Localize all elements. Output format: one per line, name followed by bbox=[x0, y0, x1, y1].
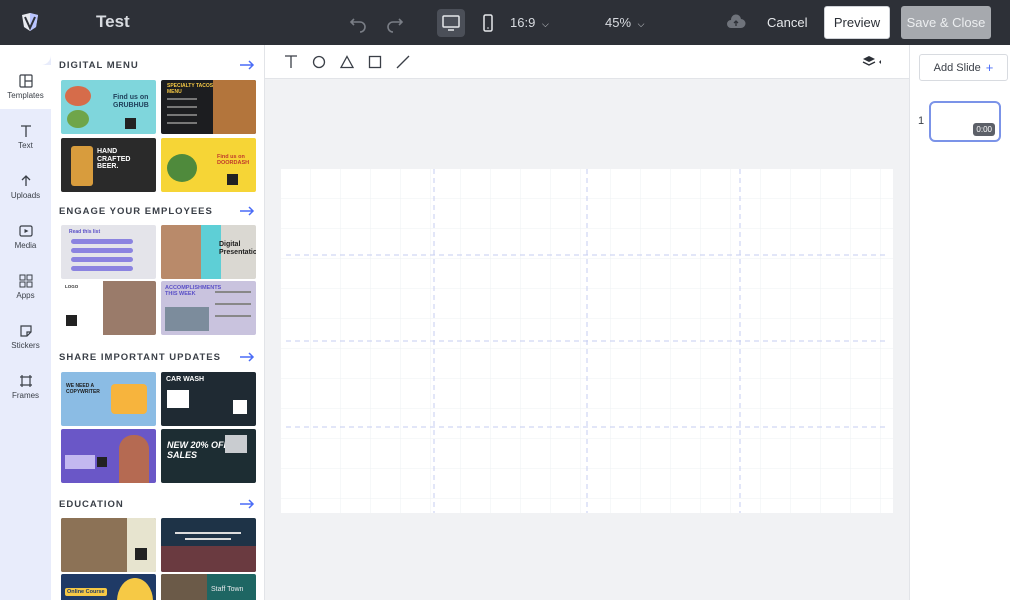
template-thumbnail[interactable] bbox=[61, 429, 156, 483]
arrow-right-icon[interactable] bbox=[239, 499, 255, 509]
top-bar: Test 16:9 ⌵ 45% ⌵ Cancel Preview Save & … bbox=[0, 0, 1010, 45]
layers-icon[interactable] bbox=[862, 54, 884, 70]
thumbnail-text: Digital Presentation bbox=[219, 241, 256, 256]
rail-label: Stickers bbox=[11, 341, 40, 350]
thumbnail-text: ACCOMPLISHMENTS THIS WEEK bbox=[165, 285, 222, 298]
template-thumbnail[interactable]: NEW 20% OFF SALES bbox=[161, 429, 256, 483]
rail-item-uploads[interactable]: Uploads bbox=[0, 165, 51, 209]
preview-button[interactable]: Preview bbox=[824, 6, 890, 39]
template-thumbnail[interactable]: ACCOMPLISHMENTS THIS WEEK bbox=[161, 281, 256, 335]
document-title[interactable]: Test bbox=[96, 12, 130, 32]
thumbnail-text: Read this list bbox=[69, 229, 101, 235]
thumbnail-text: CAR WASH bbox=[166, 376, 205, 383]
thumbnail-text: LOGO bbox=[65, 284, 79, 289]
rail-item-frames[interactable]: Frames bbox=[0, 365, 51, 409]
thumbnail-text: Online Course bbox=[65, 588, 107, 597]
aspect-ratio-value: 16:9 bbox=[510, 15, 536, 30]
line-tool-icon[interactable] bbox=[395, 54, 411, 70]
add-slide-label: Add Slide bbox=[933, 61, 981, 74]
layout-icon bbox=[18, 74, 33, 88]
slide-number: 1 bbox=[918, 115, 925, 127]
arrow-right-icon[interactable] bbox=[239, 206, 255, 216]
rail-item-stickers[interactable]: Stickers bbox=[0, 315, 51, 359]
kebab-menu-icon[interactable]: ⋮ bbox=[1006, 114, 1010, 128]
template-thumbnail[interactable]: WE NEED A COPYWRITER bbox=[61, 372, 156, 426]
sticker-icon bbox=[19, 325, 32, 337]
slides-panel: Add Slide + 1 0:00 ⋮ bbox=[909, 45, 1010, 600]
app-logo-icon[interactable] bbox=[19, 11, 41, 33]
template-thumbnail[interactable]: Read this list bbox=[61, 225, 156, 279]
template-thumbnail[interactable]: Digital Presentation bbox=[161, 225, 256, 279]
section-title: DIGITAL MENU bbox=[59, 60, 139, 71]
thumbnail-text: Find us on GRUBHUB bbox=[113, 94, 149, 109]
template-thumbnail[interactable]: LOGO bbox=[61, 281, 156, 335]
media-icon bbox=[18, 225, 33, 237]
upload-icon bbox=[21, 175, 30, 186]
template-thumbnail[interactable]: CAR WASH bbox=[161, 372, 256, 426]
redo-icon[interactable] bbox=[381, 9, 409, 37]
square-tool-icon[interactable] bbox=[367, 54, 383, 70]
triangle-tool-icon[interactable] bbox=[339, 54, 355, 70]
rail-top-cap bbox=[0, 45, 51, 65]
thumbnail-text: Staff Town bbox=[211, 586, 244, 593]
rail-item-apps[interactable]: Apps bbox=[0, 265, 51, 309]
rail-label: Frames bbox=[11, 391, 40, 400]
rail-label: Apps bbox=[16, 291, 35, 300]
template-thumbnail[interactable]: Online Course bbox=[61, 574, 156, 600]
thumbnail-text: Find us on DOORDASH bbox=[217, 154, 250, 167]
cancel-button[interactable]: Cancel bbox=[767, 15, 807, 30]
shape-toolbar bbox=[265, 45, 909, 79]
chevron-down-icon: ⌵ bbox=[541, 19, 549, 29]
zoom-select[interactable]: 45% ⌵ bbox=[605, 15, 644, 30]
rail-label: Text bbox=[18, 141, 33, 150]
canvas-grid bbox=[281, 169, 893, 513]
thumbnail-text: WE NEED A COPYWRITER bbox=[66, 383, 100, 395]
undo-icon[interactable] bbox=[344, 9, 372, 37]
rail-label: Templates bbox=[7, 91, 44, 100]
section-title: ENGAGE YOUR EMPLOYEES bbox=[59, 206, 213, 217]
cloud-sync-icon bbox=[726, 13, 746, 31]
template-thumbnail[interactable] bbox=[161, 518, 256, 572]
rail-label: Uploads bbox=[10, 191, 41, 200]
template-thumbnail[interactable] bbox=[61, 518, 156, 572]
plus-icon: + bbox=[985, 60, 994, 75]
add-slide-button[interactable]: Add Slide + bbox=[919, 54, 1008, 81]
slide-duration: 0:00 bbox=[973, 123, 995, 136]
thumbnail-text: HAND CRAFTED BEER. bbox=[97, 148, 131, 171]
rail-item-text[interactable]: Text bbox=[0, 115, 51, 159]
circle-tool-icon[interactable] bbox=[311, 54, 327, 70]
zoom-value: 45% bbox=[605, 15, 632, 30]
slide-thumbnail[interactable]: 0:00 bbox=[929, 101, 1001, 142]
template-thumbnail[interactable]: SPECIALTY TACOS MENU bbox=[161, 80, 256, 134]
mobile-icon[interactable] bbox=[474, 9, 502, 37]
template-thumbnail[interactable]: Find us on GRUBHUB bbox=[61, 80, 156, 134]
aspect-ratio-select[interactable]: 16:9 ⌵ bbox=[510, 15, 549, 30]
section-title: EDUCATION bbox=[59, 499, 124, 510]
thumbnail-text: SPECIALTY TACOS MENU bbox=[167, 83, 214, 95]
text-tool-icon[interactable] bbox=[283, 54, 299, 70]
template-thumbnail[interactable]: Find us on DOORDASH bbox=[161, 138, 256, 192]
arrow-right-icon[interactable] bbox=[239, 60, 255, 70]
rail-label: Media bbox=[14, 241, 37, 250]
save-close-button[interactable]: Save & Close bbox=[901, 6, 991, 39]
chevron-down-icon: ⌵ bbox=[637, 19, 645, 29]
slide-canvas[interactable] bbox=[281, 169, 893, 513]
template-thumbnail[interactable]: Staff Town bbox=[161, 574, 256, 600]
rail-item-templates[interactable]: Templates bbox=[0, 65, 51, 109]
frame-icon bbox=[19, 375, 32, 387]
rail-item-media[interactable]: Media bbox=[0, 215, 51, 259]
apps-icon bbox=[19, 274, 32, 288]
text-icon bbox=[20, 125, 31, 137]
desktop-icon[interactable] bbox=[437, 9, 465, 37]
section-title: SHARE IMPORTANT UPDATES bbox=[59, 352, 221, 363]
arrow-right-icon[interactable] bbox=[239, 352, 255, 362]
templates-panel: DIGITAL MENU Find us on GRUBHUB SPECIALT… bbox=[51, 45, 265, 600]
template-thumbnail[interactable]: HAND CRAFTED BEER. bbox=[61, 138, 156, 192]
